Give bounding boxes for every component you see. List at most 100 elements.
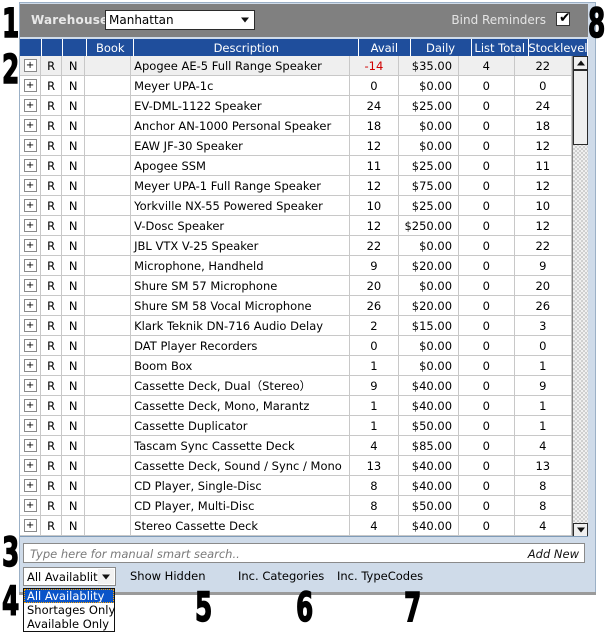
table-row[interactable]: + R N Meyer UPA-1c 0 $0.00 0 0: [20, 76, 572, 96]
table-row[interactable]: + R N DAT Player Recorders 0 $0.00 0 0: [20, 336, 572, 356]
expand-row-icon[interactable]: +: [23, 419, 37, 432]
cell-expand[interactable]: +: [20, 476, 42, 495]
table-row[interactable]: + R N Yorkville NX-55 Powered Speaker 10 $25.…: [20, 196, 572, 216]
table-row[interactable]: + R N Stereo Cassette Deck 4 $40.00 0 4: [20, 516, 572, 536]
table-row[interactable]: + R N Boom Box 1 $0.00 0 1: [20, 356, 572, 376]
scroll-up-button[interactable]: [573, 56, 588, 70]
cell-expand[interactable]: +: [20, 376, 42, 395]
expand-row-icon[interactable]: +: [23, 359, 37, 372]
table-row[interactable]: + R N Shure SM 57 Microphone 20 $0.00 0 20: [20, 276, 572, 296]
grid-header-description[interactable]: Description: [134, 39, 360, 56]
table-row[interactable]: + R N EV-DML-1122 Speaker 24 $25.00 0 24: [20, 96, 572, 116]
table-row[interactable]: + R N CD Player, Multi-Disc 8 $50.00 0 8: [20, 496, 572, 516]
expand-row-icon[interactable]: +: [23, 459, 37, 472]
table-row[interactable]: + R N Cassette Deck, Sound / Sync / Mono 13 $…: [20, 456, 572, 476]
grid-header-daily[interactable]: Daily: [411, 39, 472, 56]
cell-expand[interactable]: +: [20, 156, 42, 175]
cell-expand[interactable]: +: [20, 96, 42, 115]
table-row[interactable]: + R N Microphone, Handheld 9 $20.00 0 9: [20, 256, 572, 276]
grid-header-expand[interactable]: [20, 39, 42, 56]
expand-row-icon[interactable]: +: [23, 379, 37, 392]
grid-body[interactable]: + R N Apogee AE-5 Full Range Speaker -14 $35.…: [20, 56, 572, 537]
table-row[interactable]: + R N V-Dosc Speaker 12 $250.00 0 12: [20, 216, 572, 236]
table-row[interactable]: + R N Cassette Deck, Dual（Stereo） 9 $40.00 0 9: [20, 376, 572, 396]
grid-header-r[interactable]: [42, 39, 64, 56]
table-row[interactable]: + R N Anchor AN-1000 Personal Speaker 18 $0.0…: [20, 116, 572, 136]
chevron-down-icon[interactable]: [98, 569, 114, 584]
grid-header-stocklevel[interactable]: Stocklevel: [529, 39, 588, 56]
cell-expand[interactable]: +: [20, 356, 42, 375]
table-row[interactable]: + R N Shure SM 58 Vocal Microphone 26 $20.00 0…: [20, 296, 572, 316]
chevron-down-icon[interactable]: [236, 12, 253, 28]
cell-expand[interactable]: +: [20, 336, 42, 355]
table-row[interactable]: + R N Meyer UPA-1 Full Range Speaker 12 $75.0…: [20, 176, 572, 196]
expand-row-icon[interactable]: +: [23, 139, 37, 152]
expand-row-icon[interactable]: +: [23, 79, 37, 92]
cell-expand[interactable]: +: [20, 456, 42, 475]
warehouse-dropdown[interactable]: Manhattan: [105, 10, 255, 30]
cell-expand[interactable]: +: [20, 516, 42, 535]
cell-expand[interactable]: +: [20, 296, 42, 315]
expand-row-icon[interactable]: +: [23, 319, 37, 332]
cell-expand[interactable]: +: [20, 56, 42, 75]
expand-row-icon[interactable]: +: [23, 119, 37, 132]
cell-expand[interactable]: +: [20, 76, 42, 95]
cell-expand[interactable]: +: [20, 196, 42, 215]
cell-expand[interactable]: +: [20, 536, 41, 537]
table-row[interactable]: + R N Cassette Deck, Mono, Marantz 1 $40.00 0 1: [20, 396, 572, 416]
availability-option[interactable]: Available Only: [24, 617, 114, 631]
expand-row-icon[interactable]: +: [23, 279, 37, 292]
cell-expand[interactable]: +: [20, 276, 42, 295]
grid-vertical-scrollbar[interactable]: [572, 56, 588, 536]
expand-row-icon[interactable]: +: [23, 159, 37, 172]
expand-row-icon[interactable]: +: [23, 519, 37, 532]
cell-expand[interactable]: +: [20, 236, 42, 255]
availability-option[interactable]: Shortages Only: [24, 603, 115, 617]
cell-expand[interactable]: +: [20, 176, 42, 195]
expand-row-icon[interactable]: +: [23, 179, 37, 192]
availability-dropdown[interactable]: All Availablity: [23, 567, 116, 586]
cell-expand[interactable]: +: [20, 416, 42, 435]
add-new-button[interactable]: Add New: [528, 547, 579, 561]
expand-row-icon[interactable]: +: [23, 59, 37, 72]
table-row[interactable]: + R N Klark Teknik DN-716 Audio Delay 2 $15.0…: [20, 316, 572, 336]
cell-expand[interactable]: +: [20, 256, 42, 275]
bind-reminders-checkbox[interactable]: ✔: [556, 10, 571, 26]
availability-option[interactable]: All Availablity: [24, 589, 114, 603]
grid-header-n[interactable]: [63, 39, 88, 56]
grid-header-book[interactable]: Book: [87, 39, 135, 56]
table-row[interactable]: + R N Apogee SSM 11 $25.00 0 11: [20, 156, 572, 176]
expand-row-icon[interactable]: +: [23, 399, 37, 412]
cell-expand[interactable]: +: [20, 136, 42, 155]
grid-header-list_total[interactable]: List Total: [472, 39, 529, 56]
expand-row-icon[interactable]: +: [23, 479, 37, 492]
expand-row-icon[interactable]: +: [23, 99, 37, 112]
table-row[interactable]: + R N EAW JF-30 Speaker 12 $0.00 0 12: [20, 136, 572, 156]
table-row[interactable]: + R N CD Player, Single-Disc 8 $40.00 0 8: [20, 476, 572, 496]
scrollbar-thumb[interactable]: [573, 70, 588, 145]
expand-row-icon[interactable]: +: [23, 199, 37, 212]
table-row[interactable]: + R N Apogee AE-5 Full Range Speaker -14 $35.…: [20, 56, 572, 76]
expand-row-icon[interactable]: +: [23, 299, 37, 312]
cell-expand[interactable]: +: [20, 116, 42, 135]
cell-expand[interactable]: +: [20, 396, 42, 415]
expand-row-icon[interactable]: +: [23, 239, 37, 252]
cell-expand[interactable]: +: [20, 316, 42, 335]
table-row[interactable]: +RNCD Cassette Combo0$0.0000: [20, 536, 572, 537]
cell-expand[interactable]: +: [20, 496, 42, 515]
grid-header-avail[interactable]: Avail: [359, 39, 411, 56]
expand-row-icon[interactable]: +: [23, 259, 37, 272]
cell-expand[interactable]: +: [20, 436, 42, 455]
expand-row-icon[interactable]: +: [23, 439, 37, 452]
table-row[interactable]: + R N Cassette Duplicator 1 $50.00 0 1: [20, 416, 572, 436]
availability-options-list[interactable]: All Availablity Shortages Only Available O…: [23, 588, 115, 632]
table-row[interactable]: + R N JBL VTX V-25 Speaker 22 $0.00 0 22: [20, 236, 572, 256]
smart-search-bar[interactable]: Type here for manual smart search.. Add …: [23, 543, 585, 563]
expand-row-icon[interactable]: +: [23, 339, 37, 352]
table-row[interactable]: + R N Tascam Sync Cassette Deck 4 $85.00 0 4: [20, 436, 572, 456]
scroll-down-button[interactable]: [573, 523, 588, 536]
expand-row-icon[interactable]: +: [23, 219, 37, 232]
search-input-placeholder[interactable]: Type here for manual smart search..: [30, 547, 240, 561]
expand-row-icon[interactable]: +: [23, 499, 37, 512]
cell-expand[interactable]: +: [20, 216, 42, 235]
